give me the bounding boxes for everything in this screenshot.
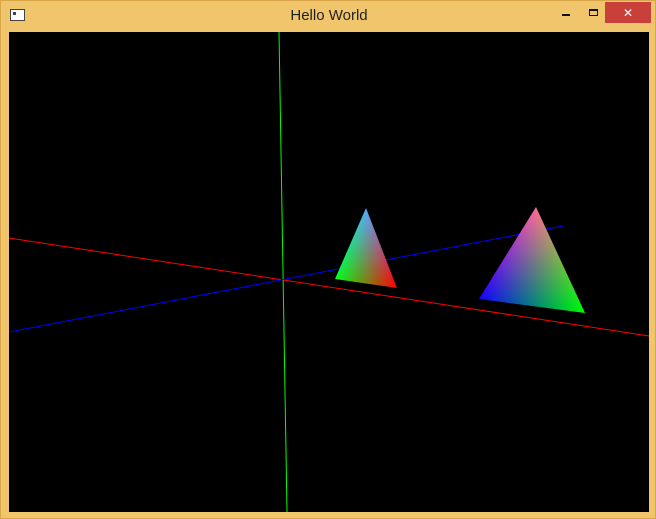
app-window: Hello World ✕ <box>0 0 656 519</box>
maximize-button[interactable] <box>578 2 608 23</box>
small-triangle <box>335 208 397 288</box>
minimize-button[interactable] <box>551 2 581 23</box>
close-button[interactable]: ✕ <box>605 2 651 23</box>
minimize-icon <box>562 13 570 16</box>
z-axis-line <box>9 225 564 333</box>
large-triangle <box>479 207 585 313</box>
close-icon: ✕ <box>622 5 634 20</box>
maximize-icon <box>588 9 598 16</box>
scene-svg <box>9 32 649 512</box>
render-canvas[interactable] <box>9 32 649 512</box>
title-bar[interactable]: Hello World ✕ <box>1 1 656 31</box>
y-axis-line <box>278 32 288 512</box>
